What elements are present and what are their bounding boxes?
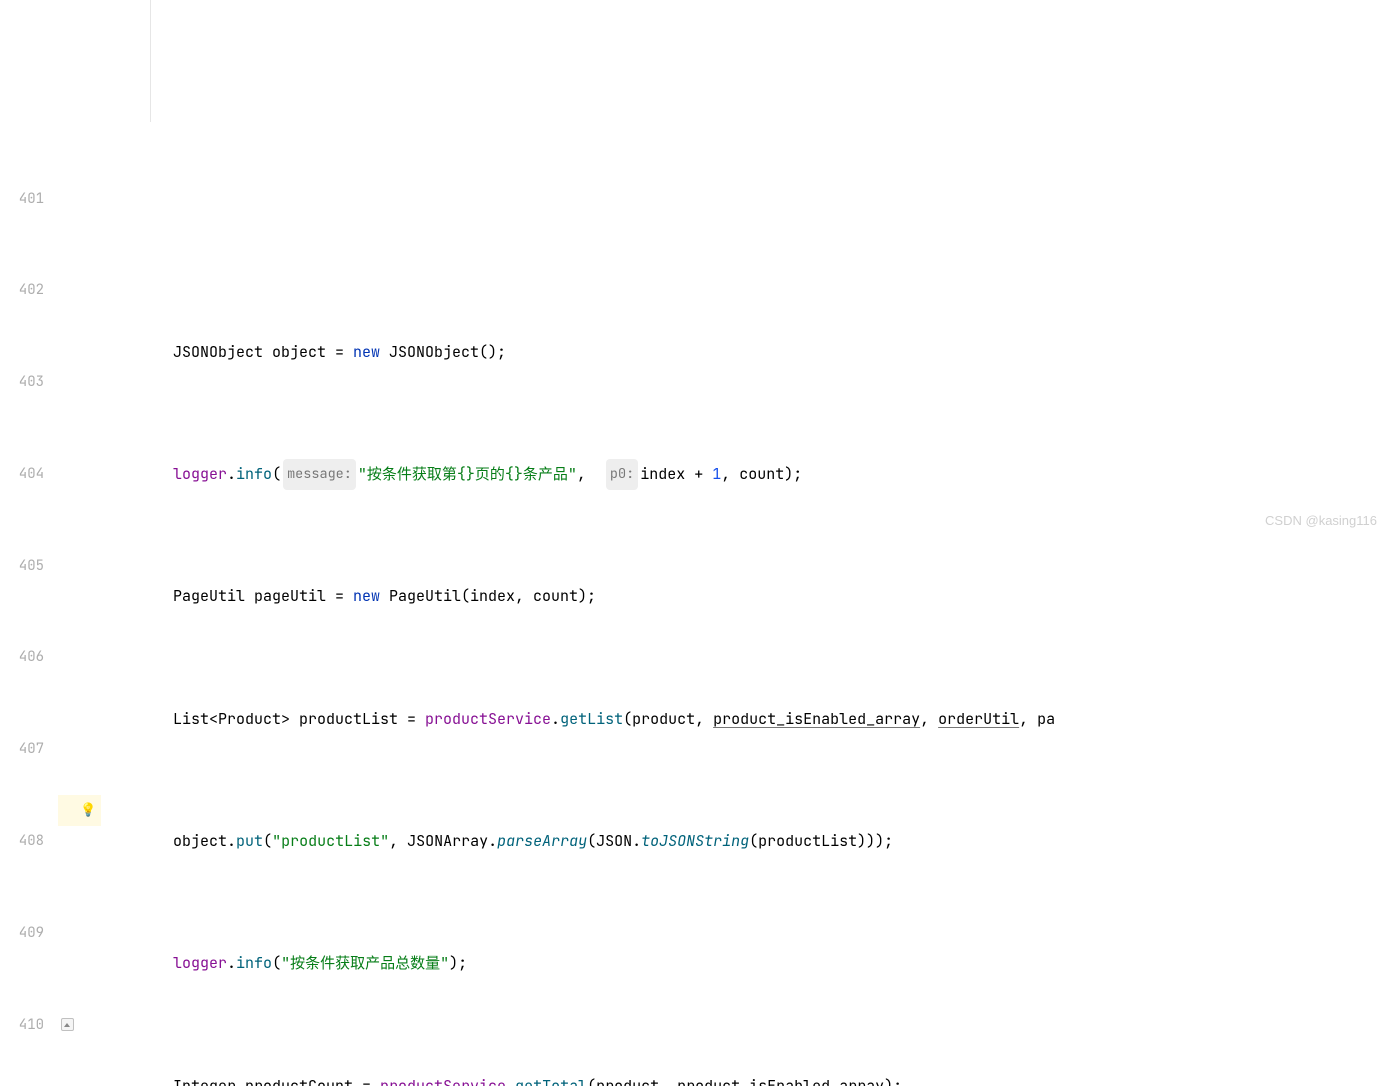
line-number[interactable]: 405: [0, 551, 44, 582]
line-number[interactable]: 408: [0, 826, 44, 857]
line-number[interactable]: 403: [0, 367, 44, 398]
line-number[interactable]: 401: [0, 184, 44, 215]
code-line: List<Product> productList = productServi…: [101, 704, 1055, 735]
line-number[interactable]: 407: [0, 734, 44, 765]
line-number[interactable]: 402: [0, 275, 44, 306]
code-line: object.put("productList", JSONArray.pars…: [101, 826, 1055, 857]
watermark: CSDN @kasing116: [1265, 506, 1377, 537]
fold-up-icon[interactable]: [61, 1018, 74, 1031]
parameter-hint: p0:: [606, 459, 638, 490]
gutter[interactable]: 401 402 403 404 405 406 407 408 409 410 …: [0, 122, 58, 665]
code-line: JSONObject object = new JSONObject();: [101, 337, 1055, 368]
line-number[interactable]: 409: [0, 918, 44, 949]
marker-gutter[interactable]: 💡: [76, 122, 101, 665]
fold-gutter[interactable]: [58, 122, 76, 665]
code-line: Integer productCount = productService.ge…: [101, 1071, 1055, 1086]
code-line: logger.info( message: "按条件获取第{}页的{}条产品",…: [101, 459, 1055, 490]
parameter-hint: message:: [283, 459, 356, 490]
line-number[interactable]: 410: [0, 1010, 44, 1041]
code-line: PageUtil pageUtil = new PageUtil(index, …: [101, 581, 1055, 612]
code-content[interactable]: JSONObject object = new JSONObject(); lo…: [101, 122, 1055, 665]
code-editor[interactable]: 401 402 403 404 405 406 407 408 409 410 …: [0, 122, 1389, 665]
line-number[interactable]: 406: [0, 642, 44, 673]
code-line: logger.info("按条件获取产品总数量");: [101, 948, 1055, 979]
intention-bulb-icon[interactable]: 💡: [80, 795, 96, 826]
line-number[interactable]: 404: [0, 459, 44, 490]
code-line: [101, 214, 1055, 245]
